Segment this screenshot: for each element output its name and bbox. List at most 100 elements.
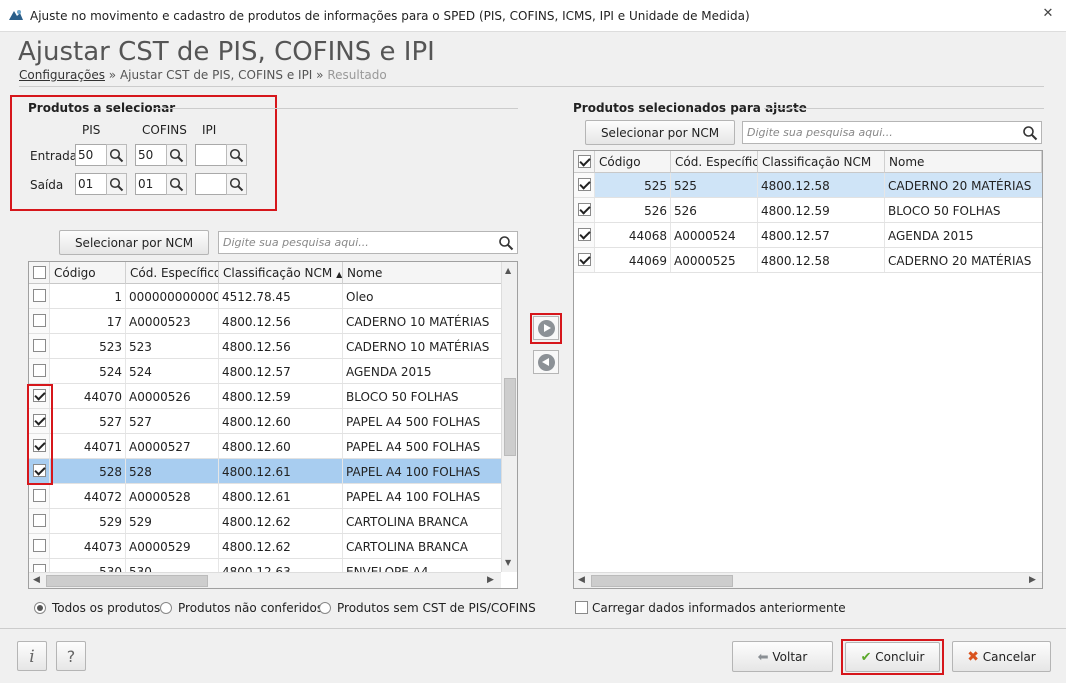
right-select-ncm-button[interactable]: Selecionar por NCM xyxy=(585,120,735,145)
row-check-cell[interactable] xyxy=(29,309,50,333)
finish-button[interactable]: ✔ Concluir xyxy=(845,642,940,672)
row-check-cell[interactable] xyxy=(574,223,595,247)
table-row[interactable]: 17 A0000523 4800.12.56 CADERNO 10 MATÉRI… xyxy=(29,309,501,334)
saida-pis-input[interactable]: 01 xyxy=(75,173,107,195)
cell-nome: BLOCO 50 FOLHAS xyxy=(888,204,1001,218)
table-row[interactable]: 524 524 4800.12.57 AGENDA 2015 xyxy=(29,359,501,384)
saida-cofins-input[interactable]: 01 xyxy=(135,173,167,195)
row-check-cell[interactable] xyxy=(29,509,50,533)
entrada-ipi-input[interactable] xyxy=(195,144,227,166)
scroll-up-icon[interactable]: ▲ xyxy=(505,266,511,275)
table-row[interactable]: 1 00000000000000 4512.78.45 Oleo xyxy=(29,284,501,309)
row-checkbox[interactable] xyxy=(578,178,591,191)
right-hscroll-thumb[interactable] xyxy=(591,575,733,587)
table-row[interactable]: 529 529 4800.12.62 CARTOLINA BRANCA xyxy=(29,509,501,534)
cancel-button[interactable]: ✖ Cancelar xyxy=(952,641,1051,672)
search-icon[interactable] xyxy=(498,235,514,251)
row-check-cell[interactable] xyxy=(29,334,50,358)
row-checkbox[interactable] xyxy=(33,489,46,502)
entrada-pis-search-button[interactable] xyxy=(106,144,127,166)
row-checkbox[interactable] xyxy=(33,539,46,552)
row-checkbox[interactable] xyxy=(33,314,46,327)
row-checkbox[interactable] xyxy=(33,364,46,377)
search-icon[interactable] xyxy=(1022,125,1038,141)
filter-radio-0[interactable] xyxy=(34,602,46,614)
left-select-ncm-button[interactable]: Selecionar por NCM xyxy=(59,230,209,255)
scroll-left-icon[interactable]: ◀ xyxy=(33,575,40,585)
row-check-cell[interactable] xyxy=(29,534,50,558)
row-check-cell[interactable] xyxy=(574,198,595,222)
back-button[interactable]: ⬅ Voltar xyxy=(732,641,833,672)
row-check-cell[interactable] xyxy=(574,173,595,197)
row-checkbox[interactable] xyxy=(33,514,46,527)
entrada-ipi-search-button[interactable] xyxy=(226,144,247,166)
left-hscroll-thumb[interactable] xyxy=(46,575,208,587)
row-checkbox[interactable] xyxy=(578,203,591,216)
arrow-right-icon xyxy=(538,320,555,337)
row-check-cell[interactable] xyxy=(29,284,50,308)
right-header-especifico[interactable]: Cód. Específico xyxy=(671,151,758,173)
left-header-codigo[interactable]: Código xyxy=(50,262,126,284)
left-search-input[interactable]: Digite sua pesquisa aqui... xyxy=(218,231,518,254)
left-vertical-scrollbar[interactable]: ▲ ▼ xyxy=(501,262,517,572)
table-row[interactable]: 528 528 4800.12.61 PAPEL A4 100 FOLHAS xyxy=(29,459,501,484)
table-row[interactable]: 525 525 4800.12.58 CADERNO 20 MATÉRIAS xyxy=(574,173,1042,198)
entrada-cofins-input[interactable]: 50 xyxy=(135,144,167,166)
table-row[interactable]: 526 526 4800.12.59 BLOCO 50 FOLHAS xyxy=(574,198,1042,223)
right-search-input[interactable]: Digite sua pesquisa aqui... xyxy=(742,121,1042,144)
table-row[interactable]: 44071 A0000527 4800.12.60 PAPEL A4 500 F… xyxy=(29,434,501,459)
table-row[interactable]: 44068 A0000524 4800.12.57 AGENDA 2015 xyxy=(574,223,1042,248)
right-header-check[interactable] xyxy=(574,151,595,173)
remove-from-selection-button[interactable] xyxy=(533,350,559,374)
row-checkbox[interactable] xyxy=(33,339,46,352)
load-previous-checkbox[interactable] xyxy=(575,601,588,614)
help-icon[interactable]: ? xyxy=(56,641,86,671)
saida-pis-search-button[interactable] xyxy=(106,173,127,195)
add-to-selection-button[interactable] xyxy=(533,316,559,340)
right-header-nome[interactable]: Nome xyxy=(885,151,1042,173)
left-products-grid[interactable]: Código Cód. Específico Classificação NCM… xyxy=(28,261,518,589)
table-row[interactable]: 44073 A0000529 4800.12.62 CARTOLINA BRAN… xyxy=(29,534,501,559)
saida-ipi-input[interactable] xyxy=(195,173,227,195)
right-selected-grid[interactable]: Código Cód. Específico Classificação NCM… xyxy=(573,150,1043,589)
filter-radio-2[interactable] xyxy=(319,602,331,614)
scroll-right-icon[interactable]: ▶ xyxy=(487,575,494,585)
scroll-right-icon[interactable]: ▶ xyxy=(1029,575,1036,585)
cell-nome: PAPEL A4 500 FOLHAS xyxy=(346,440,481,454)
table-row[interactable]: 44069 A0000525 4800.12.58 CADERNO 20 MAT… xyxy=(574,248,1042,273)
table-row[interactable]: 44070 A0000526 4800.12.59 BLOCO 50 FOLHA… xyxy=(29,384,501,409)
info-icon[interactable]: i xyxy=(17,641,47,671)
breadcrumb-link-configuracoes[interactable]: Configurações xyxy=(19,68,105,82)
row-checkbox[interactable] xyxy=(33,289,46,302)
saida-ipi-search-button[interactable] xyxy=(226,173,247,195)
table-row[interactable]: 44072 A0000528 4800.12.61 PAPEL A4 100 F… xyxy=(29,484,501,509)
right-horizontal-scrollbar[interactable]: ◀ ▶ xyxy=(574,572,1042,588)
left-horizontal-scrollbar[interactable]: ◀ ▶ xyxy=(29,572,501,588)
table-row[interactable]: 527 527 4800.12.60 PAPEL A4 500 FOLHAS xyxy=(29,409,501,434)
entrada-pis-value: 50 xyxy=(78,148,94,162)
left-header-ncm[interactable]: Classificação NCM ▲ xyxy=(219,262,343,284)
left-header-check[interactable] xyxy=(29,262,50,284)
row-checkbox[interactable] xyxy=(578,228,591,241)
left-vscroll-thumb[interactable] xyxy=(504,378,516,456)
row-check-cell[interactable] xyxy=(29,484,50,508)
select-all-checkbox[interactable] xyxy=(33,266,46,279)
row-check-cell[interactable] xyxy=(574,248,595,272)
close-icon[interactable]: ✕ xyxy=(1040,6,1056,26)
right-header-codigo[interactable]: Código xyxy=(595,151,671,173)
row-check-cell[interactable] xyxy=(29,359,50,383)
filter-radio-1[interactable] xyxy=(160,602,172,614)
entrada-pis-input[interactable]: 50 xyxy=(75,144,107,166)
left-header-especifico[interactable]: Cód. Específico xyxy=(126,262,219,284)
row-checkbox[interactable] xyxy=(578,253,591,266)
scroll-down-icon[interactable]: ▼ xyxy=(505,558,511,567)
cell-especifico: 527 xyxy=(126,409,219,433)
breadcrumb: Configurações » Ajustar CST de PIS, COFI… xyxy=(19,68,387,82)
select-all-checkbox[interactable] xyxy=(578,155,591,168)
table-row[interactable]: 523 523 4800.12.56 CADERNO 10 MATÉRIAS xyxy=(29,334,501,359)
entrada-cofins-search-button[interactable] xyxy=(166,144,187,166)
right-header-ncm[interactable]: Classificação NCM xyxy=(758,151,885,173)
saida-cofins-search-button[interactable] xyxy=(166,173,187,195)
scroll-left-icon[interactable]: ◀ xyxy=(578,575,585,585)
left-header-nome[interactable]: Nome xyxy=(343,262,503,284)
